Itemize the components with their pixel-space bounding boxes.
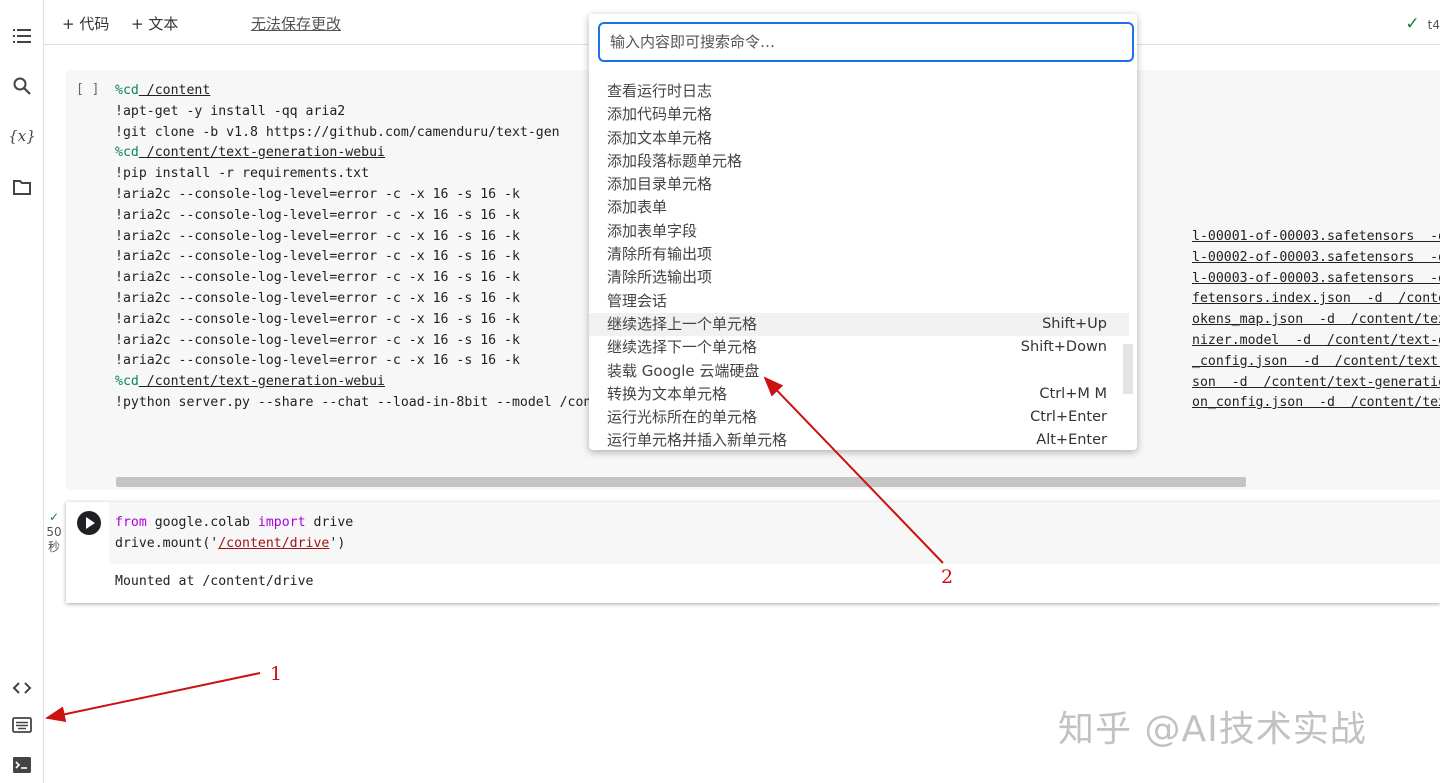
- annotation-label-2: 2: [941, 566, 954, 588]
- annotation-overlay: [45, 376, 944, 723]
- annotation-arrow-2: [763, 376, 944, 564]
- annotation-label-1: 1: [270, 663, 283, 685]
- watermark: 知乎 @AI技术实战: [1058, 709, 1367, 750]
- annotation-arrow-1: [45, 672, 261, 723]
